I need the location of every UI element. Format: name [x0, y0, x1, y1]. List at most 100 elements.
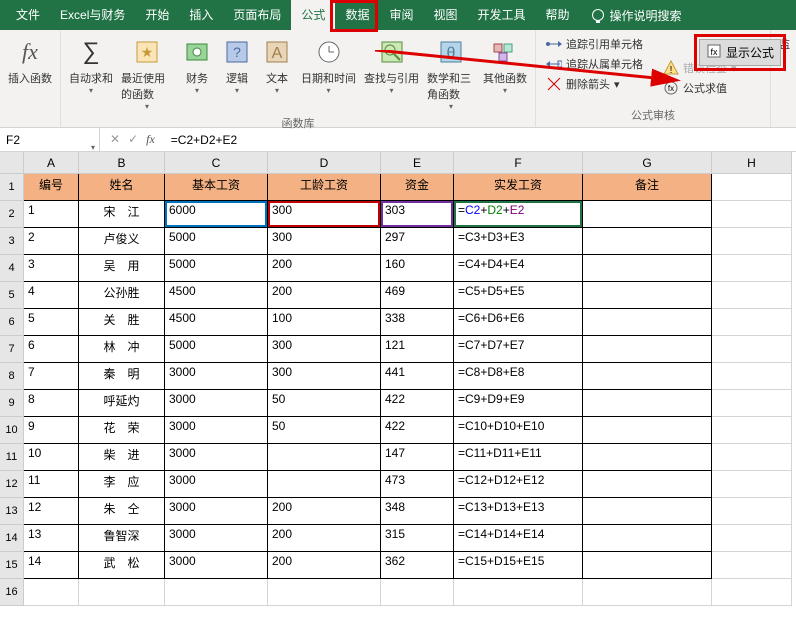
- row-header-4[interactable]: 4: [0, 255, 24, 282]
- evaluate-button[interactable]: fx 公式求值: [657, 78, 743, 98]
- cell-F15[interactable]: =C15+D15+E15: [454, 552, 583, 579]
- cell-G6[interactable]: [583, 309, 712, 336]
- cell-B2[interactable]: 宋 江: [79, 201, 165, 228]
- cell-F14[interactable]: =C14+D14+E14: [454, 525, 583, 552]
- menu-tab-10[interactable]: 帮助: [536, 0, 580, 30]
- cell-D3[interactable]: 300: [268, 228, 381, 255]
- cell-C12[interactable]: 3000: [165, 471, 268, 498]
- cell-C11[interactable]: 3000: [165, 444, 268, 471]
- autosum-button[interactable]: ∑ 自动求和 ▾: [65, 34, 117, 113]
- cell-A11[interactable]: 10: [24, 444, 79, 471]
- cell-C6[interactable]: 4500: [165, 309, 268, 336]
- cell-G14[interactable]: [583, 525, 712, 552]
- cell-F7[interactable]: =C7+D7+E7: [454, 336, 583, 363]
- row-header-7[interactable]: 7: [0, 336, 24, 363]
- cell-H4[interactable]: [712, 255, 792, 282]
- row-header-8[interactable]: 8: [0, 363, 24, 390]
- column-header-A[interactable]: A: [24, 152, 79, 174]
- cell-B14[interactable]: 鲁智深: [79, 525, 165, 552]
- cell-C14[interactable]: 3000: [165, 525, 268, 552]
- tell-me-search[interactable]: 操作说明搜索: [592, 7, 682, 24]
- more-button[interactable]: 其他函数 ▾: [479, 34, 531, 113]
- cell-E3[interactable]: 297: [381, 228, 454, 255]
- row-header-1[interactable]: 1: [0, 174, 24, 201]
- cell-D5[interactable]: 200: [268, 282, 381, 309]
- cell-F11[interactable]: =C11+D11+E11: [454, 444, 583, 471]
- cell-E11[interactable]: 147: [381, 444, 454, 471]
- cell-E5[interactable]: 469: [381, 282, 454, 309]
- cell-E14[interactable]: 315: [381, 525, 454, 552]
- menu-tab-7[interactable]: 审阅: [379, 0, 423, 30]
- cell-F16[interactable]: [454, 579, 583, 606]
- cell-G4[interactable]: [583, 255, 712, 282]
- cell-B6[interactable]: 关 胜: [79, 309, 165, 336]
- cell-D1[interactable]: 工龄工资: [268, 174, 381, 201]
- cell-C1[interactable]: 基本工资: [165, 174, 268, 201]
- cell-G2[interactable]: [583, 201, 712, 228]
- cell-A1[interactable]: 编号: [24, 174, 79, 201]
- cell-F3[interactable]: =C3+D3+E3: [454, 228, 583, 255]
- cell-B13[interactable]: 朱 仝: [79, 498, 165, 525]
- cell-C3[interactable]: 5000: [165, 228, 268, 255]
- cell-D14[interactable]: 200: [268, 525, 381, 552]
- cell-D12[interactable]: [268, 471, 381, 498]
- cell-B10[interactable]: 花 荣: [79, 417, 165, 444]
- cancel-icon[interactable]: ✕: [110, 132, 120, 147]
- menu-tab-9[interactable]: 开发工具: [467, 0, 535, 30]
- menu-tab-5[interactable]: 公式: [291, 0, 335, 30]
- row-header-13[interactable]: 13: [0, 498, 24, 525]
- cell-H12[interactable]: [712, 471, 792, 498]
- cell-H10[interactable]: [712, 417, 792, 444]
- cell-H9[interactable]: [712, 390, 792, 417]
- cell-F12[interactable]: =C12+D12+E12: [454, 471, 583, 498]
- cell-B11[interactable]: 柴 进: [79, 444, 165, 471]
- row-header-5[interactable]: 5: [0, 282, 24, 309]
- cell-E10[interactable]: 422: [381, 417, 454, 444]
- cell-E13[interactable]: 348: [381, 498, 454, 525]
- cell-D2[interactable]: 300: [268, 201, 381, 228]
- column-header-G[interactable]: G: [583, 152, 712, 174]
- cell-H3[interactable]: [712, 228, 792, 255]
- cell-A15[interactable]: 14: [24, 552, 79, 579]
- cell-E15[interactable]: 362: [381, 552, 454, 579]
- text-button[interactable]: A 文本 ▾: [257, 34, 297, 113]
- formula-bar-input[interactable]: =C2+D2+E2: [165, 128, 796, 152]
- financial-button[interactable]: 财务 ▾: [177, 34, 217, 113]
- column-header-D[interactable]: D: [268, 152, 381, 174]
- trace-precedents-button[interactable]: 追踪引用单元格: [540, 34, 649, 54]
- spreadsheet-grid[interactable]: ABCDEFGH 12345678910111213141516 编号姓名基本工…: [0, 152, 796, 620]
- cell-E6[interactable]: 338: [381, 309, 454, 336]
- cell-F2[interactable]: =C2+D2+E2: [454, 201, 583, 228]
- cell-E2[interactable]: 303: [381, 201, 454, 228]
- row-header-10[interactable]: 10: [0, 417, 24, 444]
- show-formulas-button[interactable]: fx 显示公式: [699, 39, 781, 66]
- enter-icon[interactable]: ✓: [128, 132, 138, 147]
- row-header-15[interactable]: 15: [0, 552, 24, 579]
- cell-C7[interactable]: 5000: [165, 336, 268, 363]
- cell-E4[interactable]: 160: [381, 255, 454, 282]
- cell-G1[interactable]: 备注: [583, 174, 712, 201]
- cell-A7[interactable]: 6: [24, 336, 79, 363]
- cell-B3[interactable]: 卢俊义: [79, 228, 165, 255]
- cell-H2[interactable]: [712, 201, 792, 228]
- insert-function-button[interactable]: fx 插入函数: [4, 34, 56, 88]
- trace-dependents-button[interactable]: 追踪从属单元格: [540, 54, 649, 74]
- cell-B16[interactable]: [79, 579, 165, 606]
- cell-G12[interactable]: [583, 471, 712, 498]
- cell-C13[interactable]: 3000: [165, 498, 268, 525]
- cell-G10[interactable]: [583, 417, 712, 444]
- cell-B15[interactable]: 武 松: [79, 552, 165, 579]
- cell-A16[interactable]: [24, 579, 79, 606]
- cell-D6[interactable]: 100: [268, 309, 381, 336]
- cell-B9[interactable]: 呼延灼: [79, 390, 165, 417]
- cell-B12[interactable]: 李 应: [79, 471, 165, 498]
- lookup-button[interactable]: 查找与引用 ▾: [360, 34, 423, 113]
- cell-D16[interactable]: [268, 579, 381, 606]
- select-all-corner[interactable]: [0, 152, 24, 174]
- fx-icon[interactable]: fx: [146, 132, 155, 147]
- menu-tab-1[interactable]: Excel与财务: [50, 0, 135, 30]
- cell-H5[interactable]: [712, 282, 792, 309]
- cell-F9[interactable]: =C9+D9+E9: [454, 390, 583, 417]
- cell-H6[interactable]: [712, 309, 792, 336]
- cell-H8[interactable]: [712, 363, 792, 390]
